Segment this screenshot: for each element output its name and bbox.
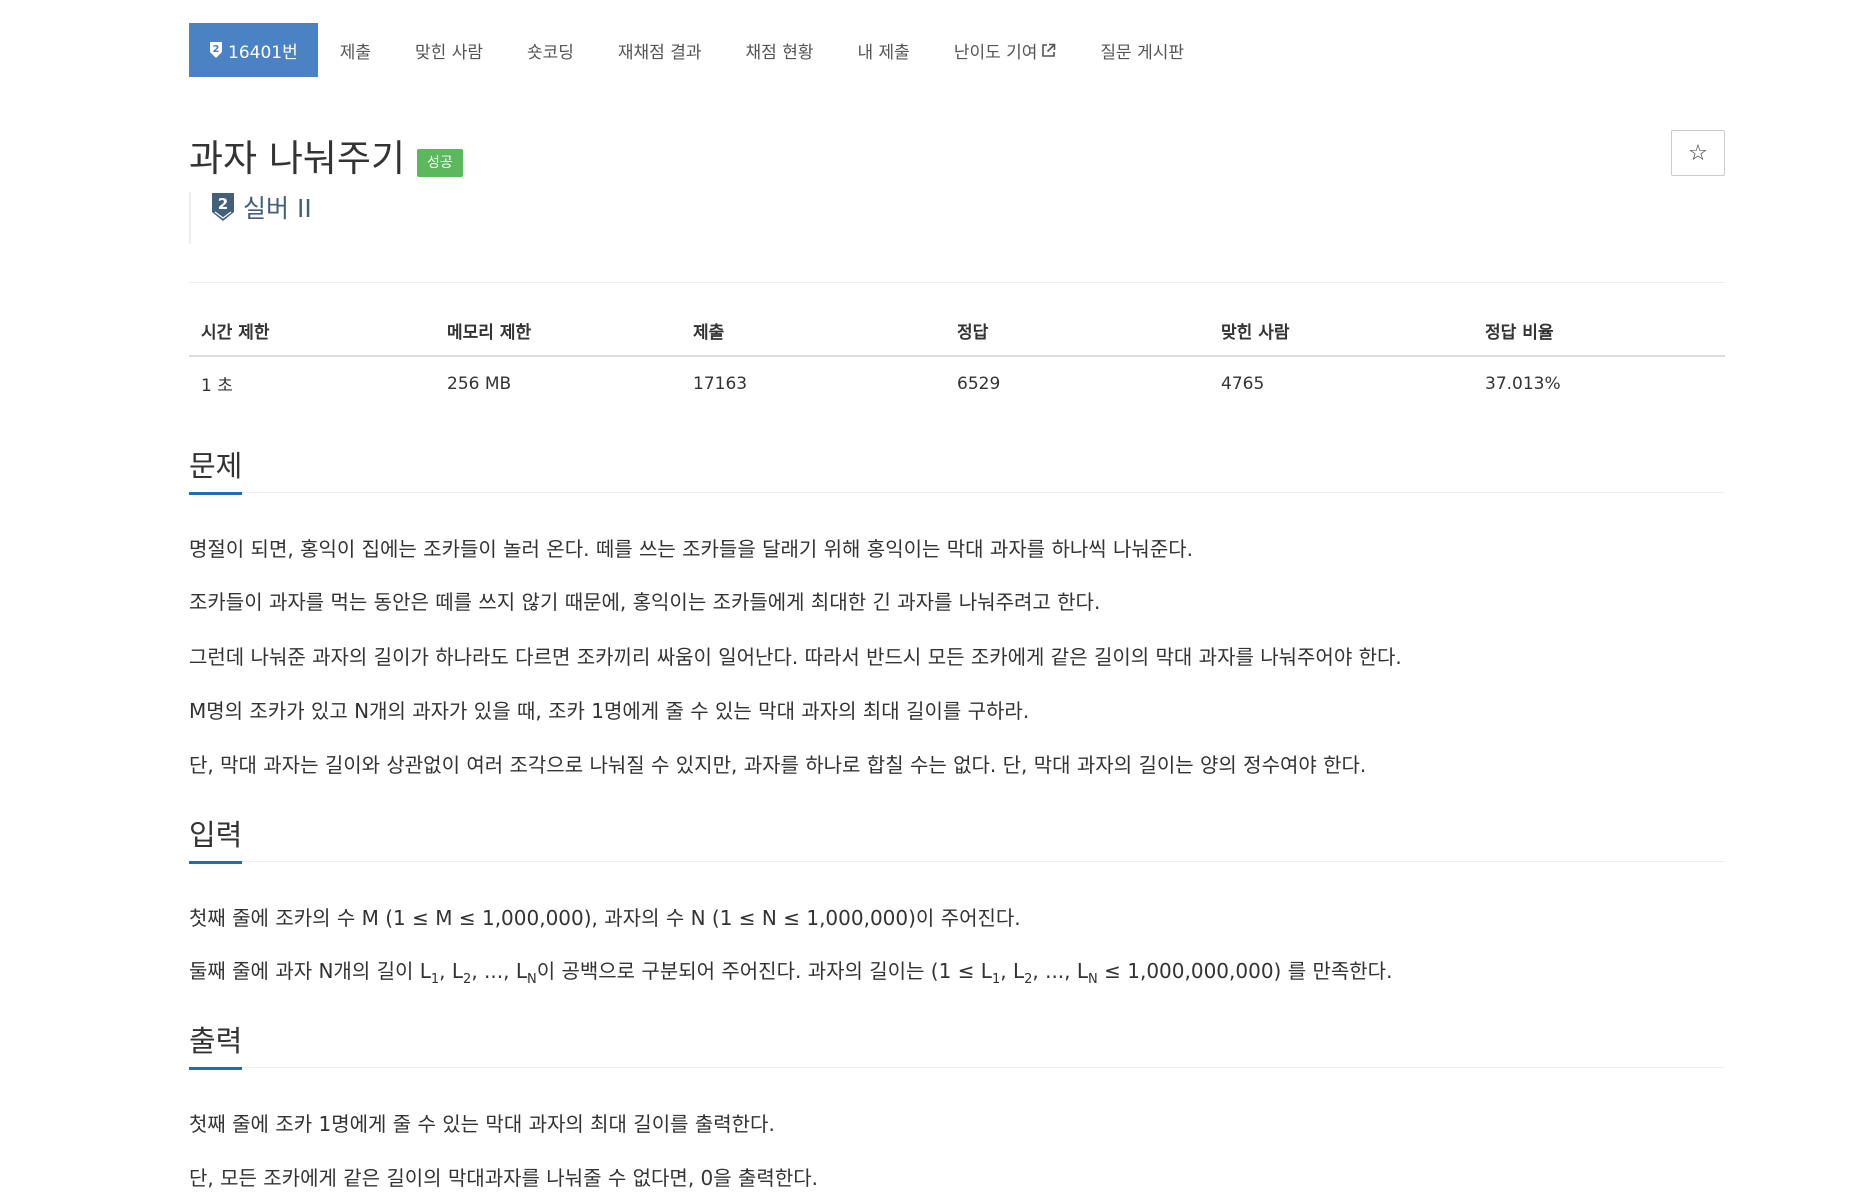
description-paragraph: 명절이 되면, 홍익이 집에는 조카들이 놀러 온다. 떼를 쓰는 조카들을 달… — [189, 537, 1193, 561]
output-section-header: 출력 — [189, 1021, 1725, 1070]
description-heading: 문제 — [189, 446, 243, 495]
accept-ratio-value: 37.013% — [1485, 373, 1561, 394]
page-title: 과자 나눠주기 — [189, 137, 406, 180]
time-limit-value: 1 초 — [201, 376, 233, 396]
th-solved-users: 맞힌 사람 — [1209, 310, 1473, 357]
description-paragraph: 단, 막대 과자는 길이와 상관없이 여러 조각으로 나눠질 수 있지만, 과자… — [189, 753, 1367, 777]
input-paragraph: 둘째 줄에 과자 N개의 길이 L1, L2, ..., LN이 공백으로 구분… — [189, 959, 1393, 987]
output-heading: 출력 — [189, 1021, 243, 1070]
tier-label[interactable]: 실버 II — [243, 192, 312, 226]
output-paragraph: 단, 모든 조카에게 같은 길이의 막대과자를 나눠줄 수 없다면, 0을 출력… — [189, 1166, 818, 1190]
nav-question-board[interactable]: 질문 게시판 — [1078, 23, 1206, 77]
description-section-header: 문제 — [189, 446, 1725, 495]
nav-difficulty-contribution[interactable]: 난이도 기여 — [932, 23, 1079, 77]
nav-short-coding[interactable]: 숏코딩 — [505, 23, 596, 77]
th-memory-limit: 메모리 제한 — [435, 310, 681, 357]
star-icon: ☆ — [1688, 140, 1708, 166]
th-time-limit: 시간 제한 — [189, 310, 435, 357]
input-section-header: 입력 — [189, 815, 1725, 864]
solved-users-value: 4765 — [1221, 373, 1265, 394]
description-paragraph: 조카들이 과자를 먹는 동안은 떼를 쓰지 않기 때문에, 홍익이는 조카들에게… — [189, 590, 1101, 614]
silver-tier-badge-icon: 2 — [211, 192, 235, 226]
submissions-value: 17163 — [693, 373, 748, 394]
status-badge: 성공 — [417, 149, 463, 177]
svg-text:2: 2 — [218, 195, 228, 213]
external-link-icon — [1041, 43, 1056, 58]
nav-solved-users[interactable]: 맞힌 사람 — [393, 23, 505, 77]
nav-rejudge-results[interactable]: 재채점 결과 — [596, 23, 724, 77]
nav-judge-status[interactable]: 채점 현황 — [724, 23, 836, 77]
nav-problem-number[interactable]: 2 16401번 — [189, 23, 318, 77]
th-accept-ratio: 정답 비율 — [1473, 310, 1725, 357]
problem-nav: 2 16401번 제출 맞힌 사람 숏코딩 재채점 결과 채점 현황 내 제출 … — [189, 23, 1206, 77]
nav-submit[interactable]: 제출 — [318, 23, 393, 77]
problem-title-row: 과자 나눠주기 성공 — [189, 128, 463, 182]
header-divider — [189, 282, 1725, 283]
input-paragraph: 첫째 줄에 조카의 수 M (1 ≤ M ≤ 1,000,000), 과자의 수… — [189, 906, 1021, 930]
silver-tier-icon: 2 — [209, 41, 223, 59]
memory-limit-value: 256 MB — [447, 373, 512, 394]
favorite-star-button[interactable]: ☆ — [1671, 130, 1725, 176]
th-accepted: 정답 — [945, 310, 1209, 357]
input-heading: 입력 — [189, 815, 243, 864]
table-header-row: 시간 제한 메모리 제한 제출 정답 맞힌 사람 정답 비율 — [189, 310, 1725, 357]
description-paragraph: M명의 조카가 있고 N개의 과자가 있을 때, 조카 1명에게 줄 수 있는 … — [189, 699, 1030, 723]
table-row: 1 초 256 MB 17163 6529 4765 37.013% — [189, 356, 1725, 410]
problem-info-table: 시간 제한 메모리 제한 제출 정답 맞힌 사람 정답 비율 1 초 256 M… — [189, 310, 1725, 410]
accepted-value: 6529 — [957, 373, 1001, 394]
description-paragraph: 그런데 나눠준 과자의 길이가 하나라도 다르면 조카끼리 싸움이 일어난다. … — [189, 645, 1402, 669]
nav-my-submissions[interactable]: 내 제출 — [835, 23, 931, 77]
nav-difficulty-label: 난이도 기여 — [953, 42, 1038, 63]
svg-text:2: 2 — [213, 44, 220, 55]
nav-problem-number-label: 16401번 — [228, 42, 298, 63]
output-paragraph: 첫째 줄에 조카 1명에게 줄 수 있는 막대 과자의 최대 길이를 출력한다. — [189, 1112, 775, 1136]
tier-row: 2 실버 II — [189, 192, 312, 244]
th-submissions: 제출 — [681, 310, 945, 357]
